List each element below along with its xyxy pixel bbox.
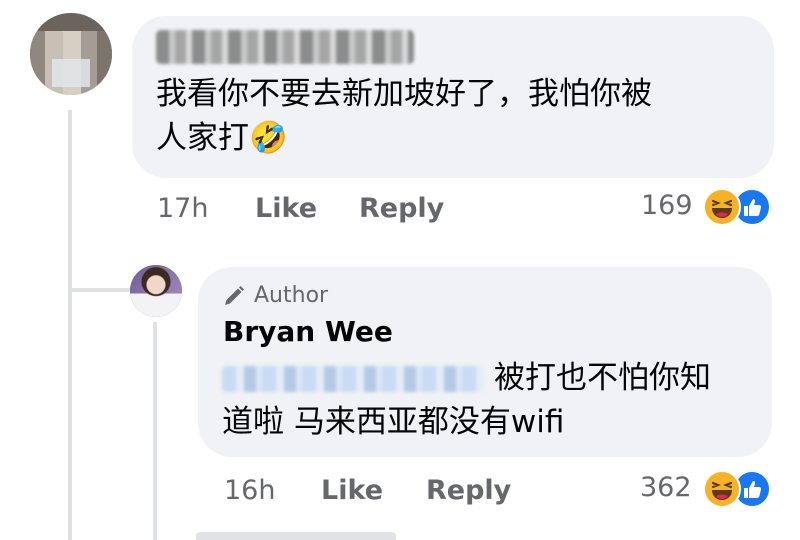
reply-text: 被打也不怕你知 道啦 马来西亚都没有wifi <box>222 356 762 444</box>
author-avatar[interactable] <box>130 265 182 317</box>
avatar-photo <box>130 265 182 317</box>
next-comment-partial <box>196 532 396 540</box>
like-button[interactable]: Like <box>255 193 317 224</box>
thread-branch <box>68 288 130 292</box>
blurred-commenter-name[interactable] <box>156 30 414 64</box>
mask-pixels <box>52 59 90 87</box>
author-badge: Author <box>222 283 328 308</box>
reply-thread-line <box>153 322 157 540</box>
reply-reaction-count[interactable]: 362 <box>640 472 692 503</box>
reply-button[interactable]: Reply <box>359 193 444 224</box>
comment-line-1: 我看你不要去新加坡好了，我怕你被 <box>156 76 652 112</box>
reply-timestamp[interactable]: 16h <box>224 475 275 506</box>
haha-icon <box>703 470 741 508</box>
reply-line-1: 被打也不怕你知 <box>494 360 711 396</box>
reply-line-2: 道啦 马来西亚都没有wifi <box>222 404 565 440</box>
reply-reply-button[interactable]: Reply <box>426 475 511 506</box>
haha-icon <box>703 188 741 226</box>
author-name[interactable]: Bryan Wee <box>223 315 393 348</box>
comment-timestamp[interactable]: 17h <box>157 193 208 224</box>
reaction-icons[interactable] <box>703 188 771 226</box>
author-badge-label: Author <box>254 283 329 308</box>
comment-text: 我看你不要去新加坡好了，我怕你被 人家打🤣 <box>156 72 756 160</box>
reaction-count[interactable]: 169 <box>641 190 693 221</box>
pencil-icon <box>225 285 244 305</box>
comment-line-2: 人家打🤣 <box>156 120 288 156</box>
thread-line <box>68 110 72 540</box>
reply-like-button[interactable]: Like <box>321 475 383 506</box>
reply-reaction-icons[interactable] <box>703 470 771 508</box>
commenter-avatar[interactable] <box>30 13 112 95</box>
